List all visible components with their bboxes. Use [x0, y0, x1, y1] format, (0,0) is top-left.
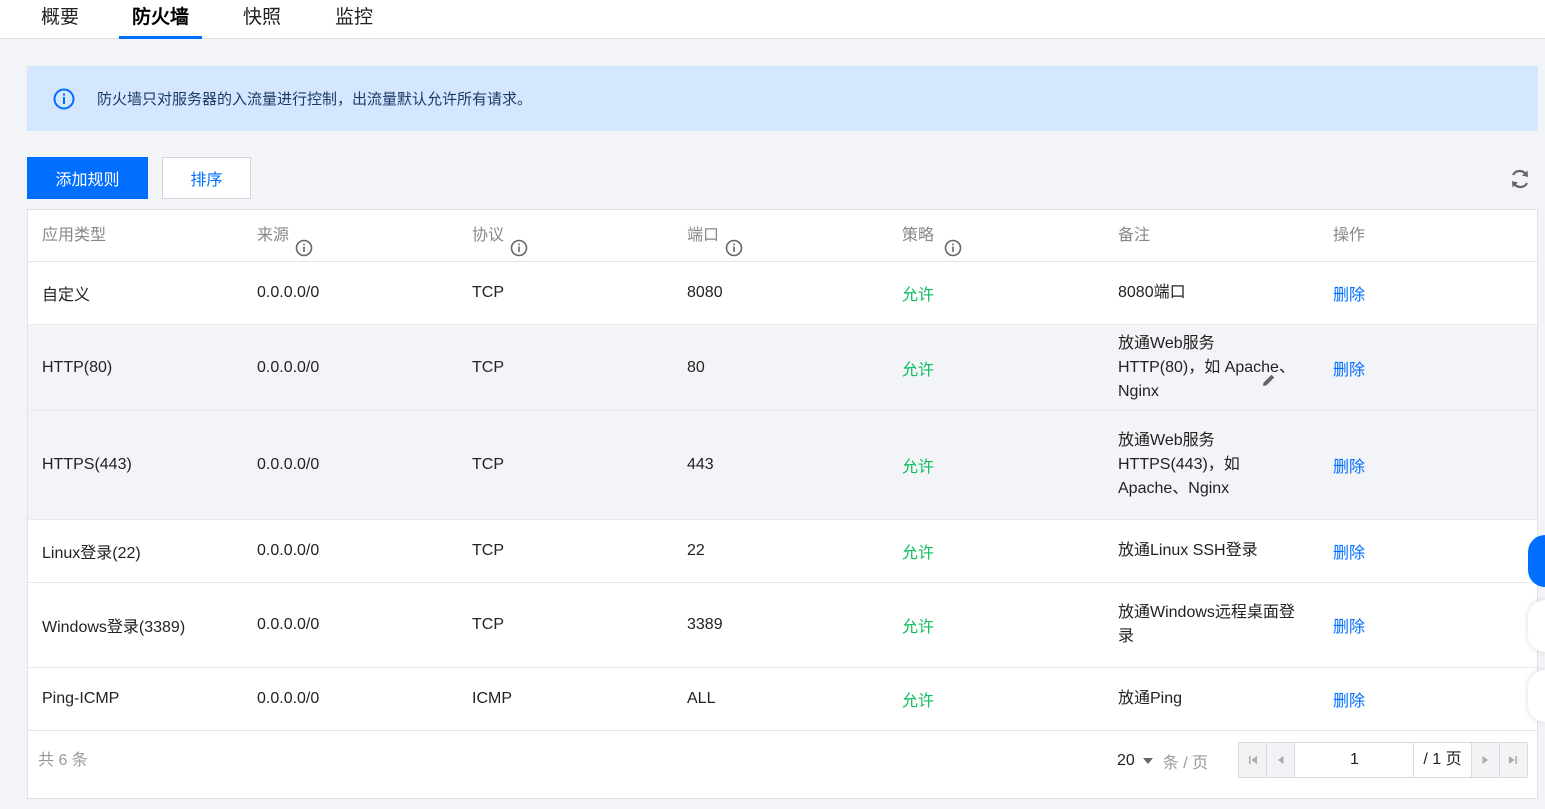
cell-note: 8080端口 — [1118, 284, 1186, 301]
header-policy: 策略 — [902, 210, 962, 262]
cell-protocol: TCP — [472, 542, 504, 559]
cell-protocol: TCP — [472, 284, 504, 301]
cell-protocol: TCP — [472, 456, 504, 473]
tab-snapshot[interactable]: 快照 — [242, 0, 282, 39]
floating-tools-button[interactable] — [1528, 670, 1545, 722]
table-row: HTTP(80) 0.0.0.0/0 TCP 80 允许 放通Web服务HTTP… — [28, 325, 1537, 411]
tab-monitor[interactable]: 监控 — [334, 0, 374, 39]
table-row: Windows登录(3389) 0.0.0.0/0 TCP 3389 允许 放通… — [28, 583, 1537, 668]
info-icon — [53, 88, 75, 110]
delete-link[interactable]: 删除 — [1333, 520, 1365, 582]
refresh-icon[interactable] — [1507, 166, 1533, 192]
cell-port: 22 — [687, 542, 705, 559]
cell-policy: 允许 — [902, 693, 935, 710]
firewall-table: 应用类型 来源 协议 端口 策略 备注 操作 自定义 0.0.0.0/0 TCP… — [27, 209, 1538, 799]
page-number-input[interactable] — [1295, 743, 1415, 777]
cell-source: 0.0.0.0/0 — [257, 456, 320, 473]
prev-page-icon — [1277, 756, 1284, 764]
cell-note-text: 放通Web服务HTTP(80)，如 Apache、Nginx — [1118, 334, 1295, 400]
cell-policy: 允许 — [902, 361, 935, 379]
cell-note: 放通Web服务HTTPS(443)，如Apache、Nginx — [1118, 432, 1240, 497]
pager: / 1 页 — [1238, 742, 1528, 778]
tab-firewall[interactable]: 防火墙 — [119, 0, 202, 39]
add-rule-button[interactable]: 添加规则 — [27, 157, 148, 199]
page-size-value: 20 — [1117, 752, 1135, 769]
cell-type: HTTP(80) — [42, 358, 113, 376]
floating-help-button[interactable] — [1528, 535, 1545, 587]
header-type: 应用类型 — [42, 227, 107, 244]
cell-port: 8080 — [687, 284, 723, 301]
cell-note: 放通Linux SSH登录 — [1118, 542, 1258, 559]
info-icon[interactable] — [510, 227, 528, 257]
header-action: 操作 — [1333, 227, 1366, 244]
last-page-icon — [1509, 756, 1518, 764]
header-protocol: 协议 — [472, 210, 528, 262]
edit-icon[interactable] — [1261, 372, 1277, 388]
table-row: 自定义 0.0.0.0/0 TCP 8080 允许 8080端口 删除 — [28, 262, 1537, 325]
cell-note: 放通Windows远程桌面登录 — [1118, 604, 1295, 645]
cell-policy: 允许 — [902, 545, 935, 562]
floating-feedback-button[interactable] — [1528, 600, 1545, 652]
cell-type: Windows登录(3389) — [42, 619, 186, 636]
info-icon[interactable] — [295, 227, 313, 257]
delete-link[interactable]: 删除 — [1333, 411, 1365, 519]
cell-source: 0.0.0.0/0 — [257, 542, 320, 559]
cell-source: 0.0.0.0/0 — [257, 616, 320, 633]
cell-protocol: TCP — [472, 616, 504, 633]
cell-source: 0.0.0.0/0 — [257, 690, 320, 707]
delete-link[interactable]: 删除 — [1333, 262, 1365, 324]
cell-port: ALL — [687, 690, 716, 707]
delete-link[interactable]: 删除 — [1333, 668, 1365, 730]
cell-port: 443 — [687, 456, 714, 473]
notice-banner: 防火墙只对服务器的入流量进行控制，出流量默认允许所有请求。 — [27, 66, 1538, 131]
header-port: 端口 — [687, 210, 743, 262]
last-page-button[interactable] — [1498, 743, 1527, 777]
first-page-icon — [1248, 756, 1257, 764]
cell-protocol: ICMP — [472, 690, 512, 707]
delete-link[interactable]: 删除 — [1333, 325, 1365, 410]
table-row: Linux登录(22) 0.0.0.0/0 TCP 22 允许 放通Linux … — [28, 520, 1537, 583]
cell-type: 自定义 — [42, 287, 91, 304]
cell-type: HTTPS(443) — [42, 456, 132, 473]
total-pages: / 1 页 — [1423, 751, 1462, 768]
cell-protocol: TCP — [472, 358, 504, 376]
notice-text: 防火墙只对服务器的入流量进行控制，出流量默认允许所有请求。 — [97, 91, 533, 108]
page-size-select[interactable]: 20 条 / 页 — [1117, 731, 1208, 791]
delete-link[interactable]: 删除 — [1333, 583, 1365, 667]
table-row: HTTPS(443) 0.0.0.0/0 TCP 443 允许 放通Web服务H… — [28, 411, 1537, 520]
first-page-button[interactable] — [1239, 743, 1268, 777]
caret-down-icon[interactable] — [1142, 758, 1153, 764]
table-header: 应用类型 来源 协议 端口 策略 备注 操作 — [28, 210, 1537, 262]
pagination-bar: 共 6 条 20 条 / 页 / 1 页 — [28, 731, 1537, 799]
page-size-unit: 条 / 页 — [1162, 755, 1209, 772]
cell-note: 放通Web服务HTTP(80)，如 Apache、Nginx — [1118, 325, 1298, 410]
header-source: 来源 — [257, 210, 313, 262]
cell-type: Ping-ICMP — [42, 690, 120, 707]
cell-source: 0.0.0.0/0 — [257, 284, 320, 301]
info-icon[interactable] — [725, 227, 743, 257]
cell-source: 0.0.0.0/0 — [257, 358, 320, 376]
cell-policy: 允许 — [902, 619, 935, 636]
cell-policy: 允许 — [902, 287, 935, 304]
cell-note: 放通Ping — [1118, 690, 1183, 707]
cell-policy: 允许 — [902, 459, 935, 476]
next-page-button[interactable] — [1470, 743, 1499, 777]
header-note: 备注 — [1118, 227, 1151, 244]
sort-button[interactable]: 排序 — [162, 157, 251, 199]
table-row: Ping-ICMP 0.0.0.0/0 ICMP ALL 允许 放通Ping 删… — [28, 668, 1537, 731]
next-page-icon — [1482, 756, 1489, 764]
tab-bar: 概要 防火墙 快照 监控 — [0, 0, 1545, 39]
info-icon[interactable] — [944, 227, 962, 257]
prev-page-button[interactable] — [1267, 743, 1296, 777]
cell-port: 3389 — [687, 616, 723, 633]
tab-overview[interactable]: 概要 — [40, 0, 80, 39]
cell-port: 80 — [687, 358, 705, 376]
total-count: 共 6 条 — [38, 752, 88, 769]
cell-type: Linux登录(22) — [42, 545, 141, 562]
